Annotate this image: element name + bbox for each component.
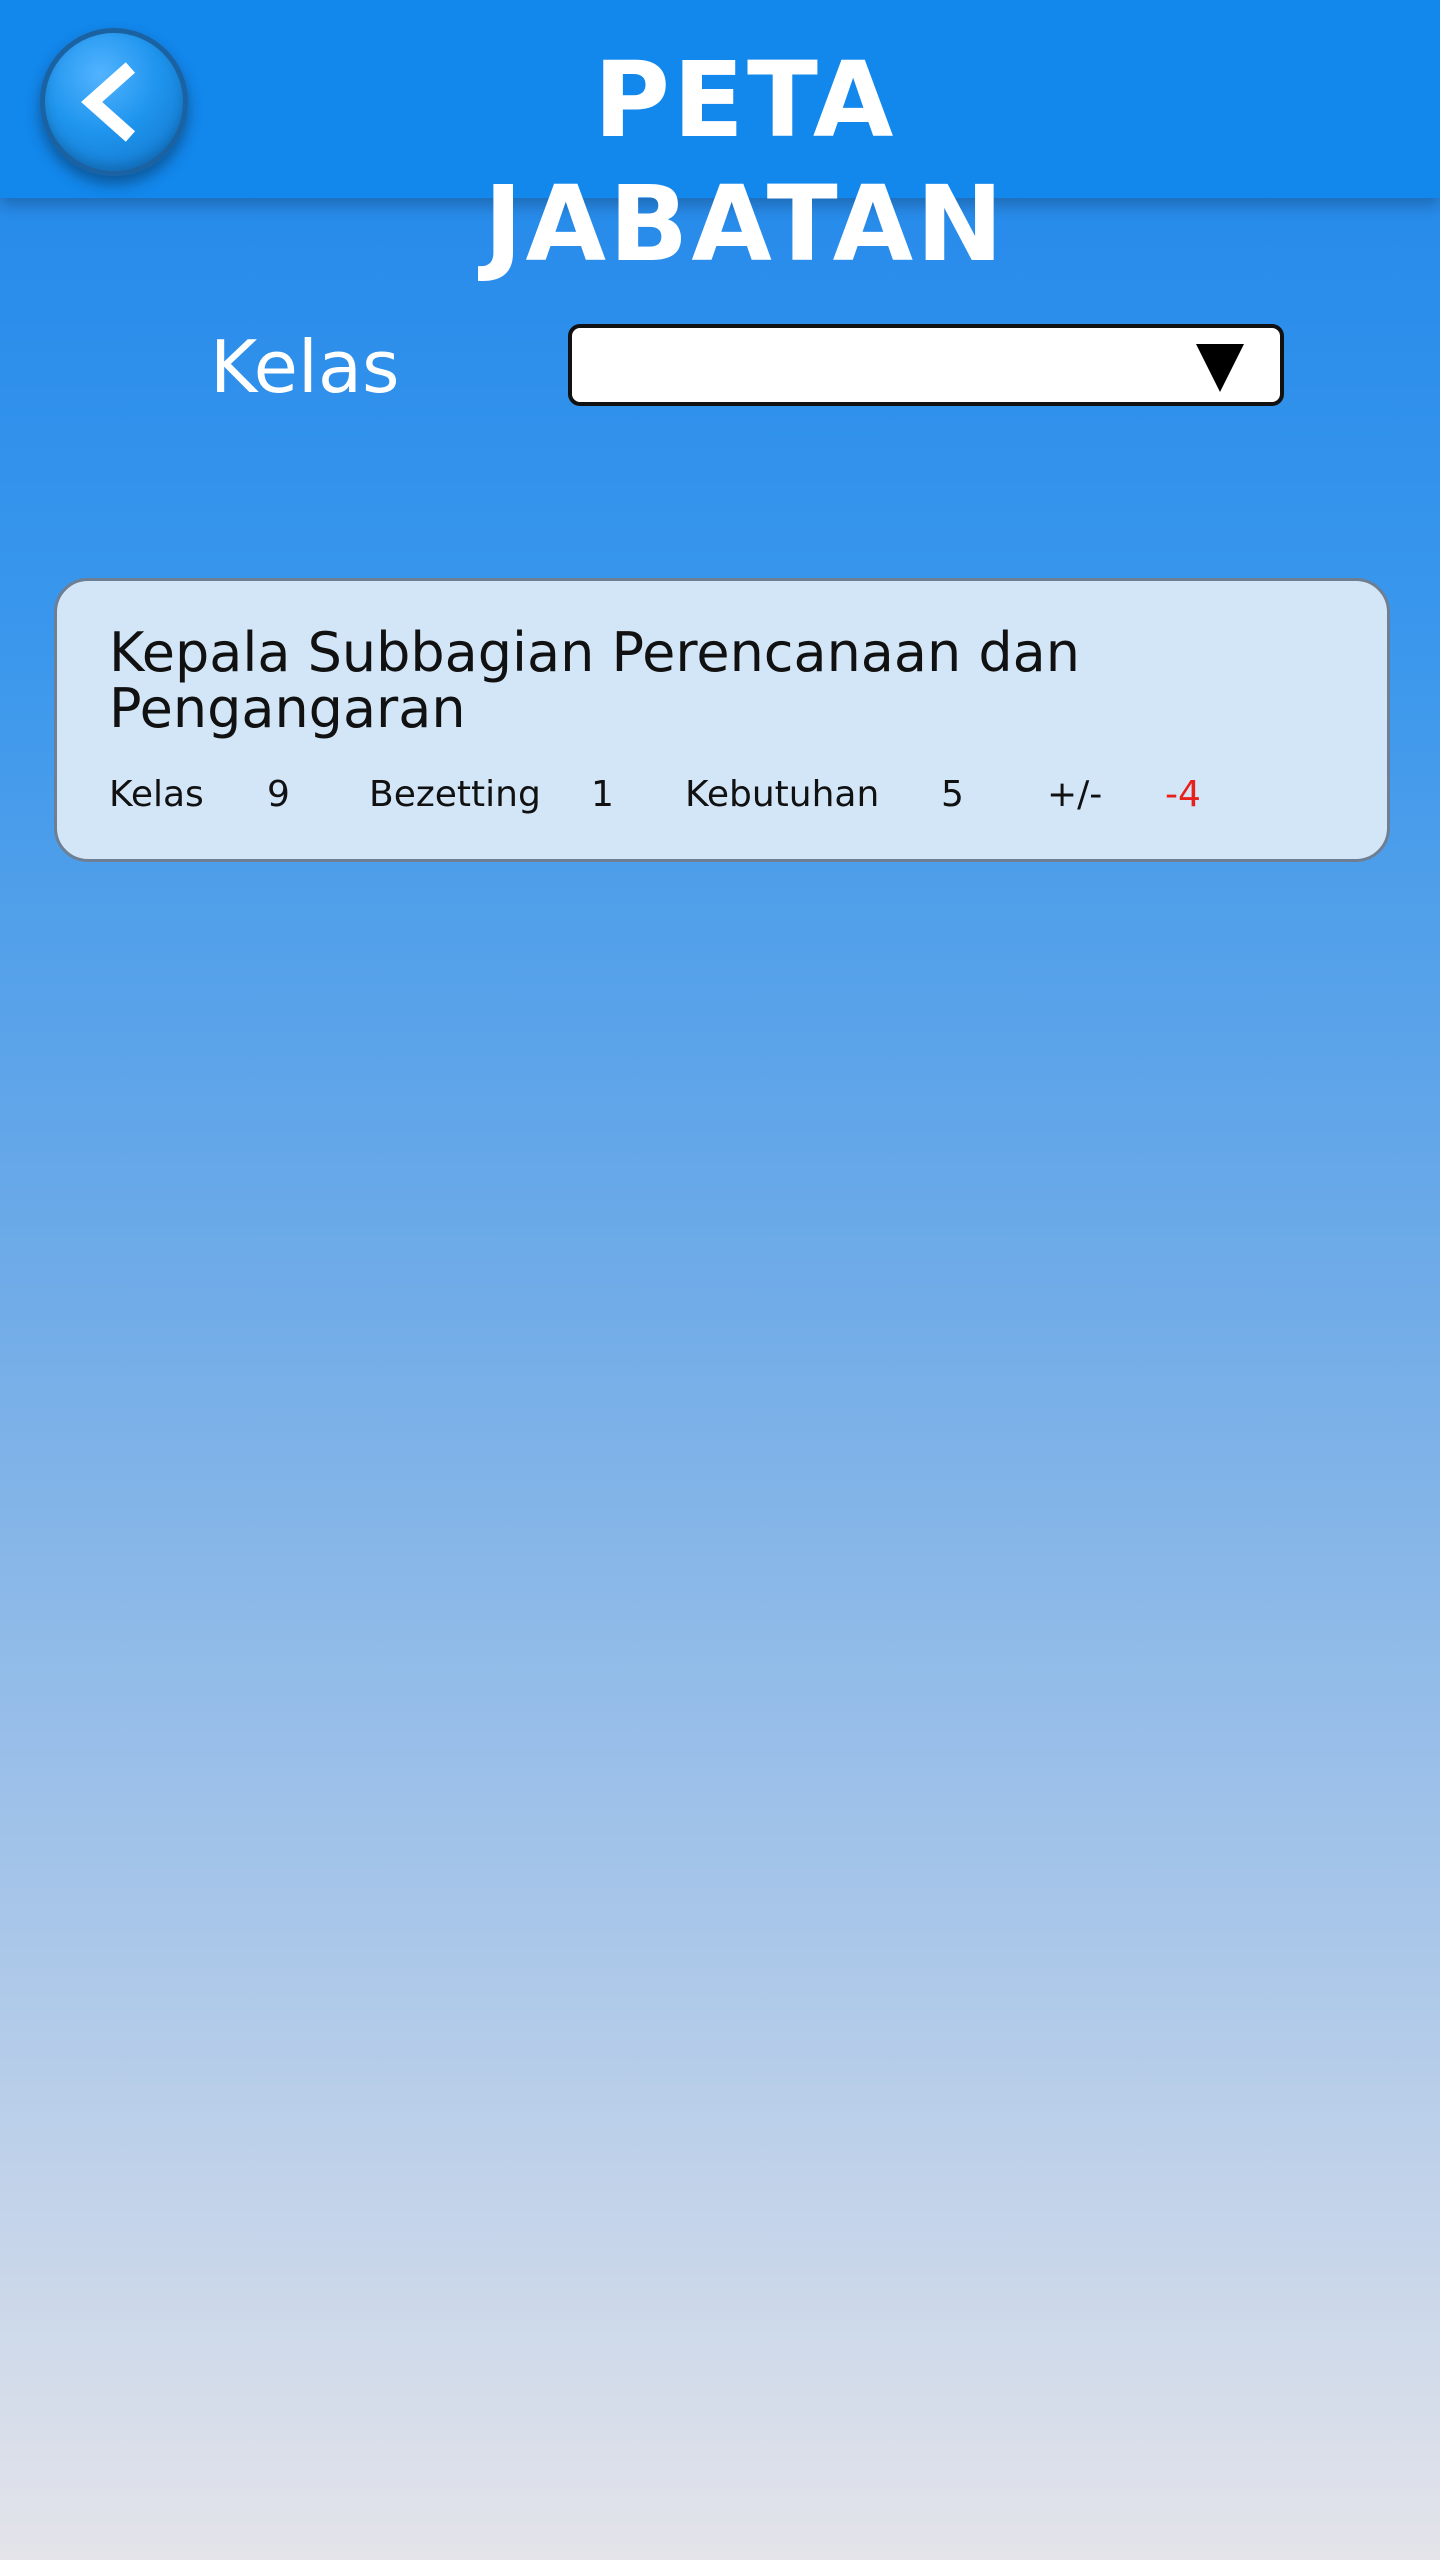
selisih-stat-label: +/- (1047, 774, 1103, 815)
app-header: PETA JABATAN (0, 0, 1440, 285)
kelas-stat-label: Kelas (109, 774, 204, 815)
kebutuhan-stat-label: Kebutuhan (685, 774, 880, 815)
jabatan-card[interactable]: Kepala Subbagian Perencanaan dan Pengang… (54, 578, 1390, 862)
bezetting-stat-label: Bezetting (369, 774, 541, 815)
page-title: PETA JABATAN (483, 39, 1007, 285)
kelas-filter-label: Kelas (210, 325, 400, 409)
chevron-left-icon (81, 62, 136, 142)
kelas-stat-value: 9 (267, 774, 290, 815)
selisih-stat-value: -4 (1165, 774, 1201, 815)
back-button[interactable] (40, 28, 188, 176)
kebutuhan-stat-value: 5 (941, 774, 964, 815)
kelas-dropdown[interactable] (568, 324, 1284, 406)
jabatan-title: Kepala Subbagian Perencanaan dan Pengang… (109, 621, 1080, 740)
triangle-down-icon (1196, 344, 1244, 392)
bezetting-stat-value: 1 (591, 774, 614, 815)
